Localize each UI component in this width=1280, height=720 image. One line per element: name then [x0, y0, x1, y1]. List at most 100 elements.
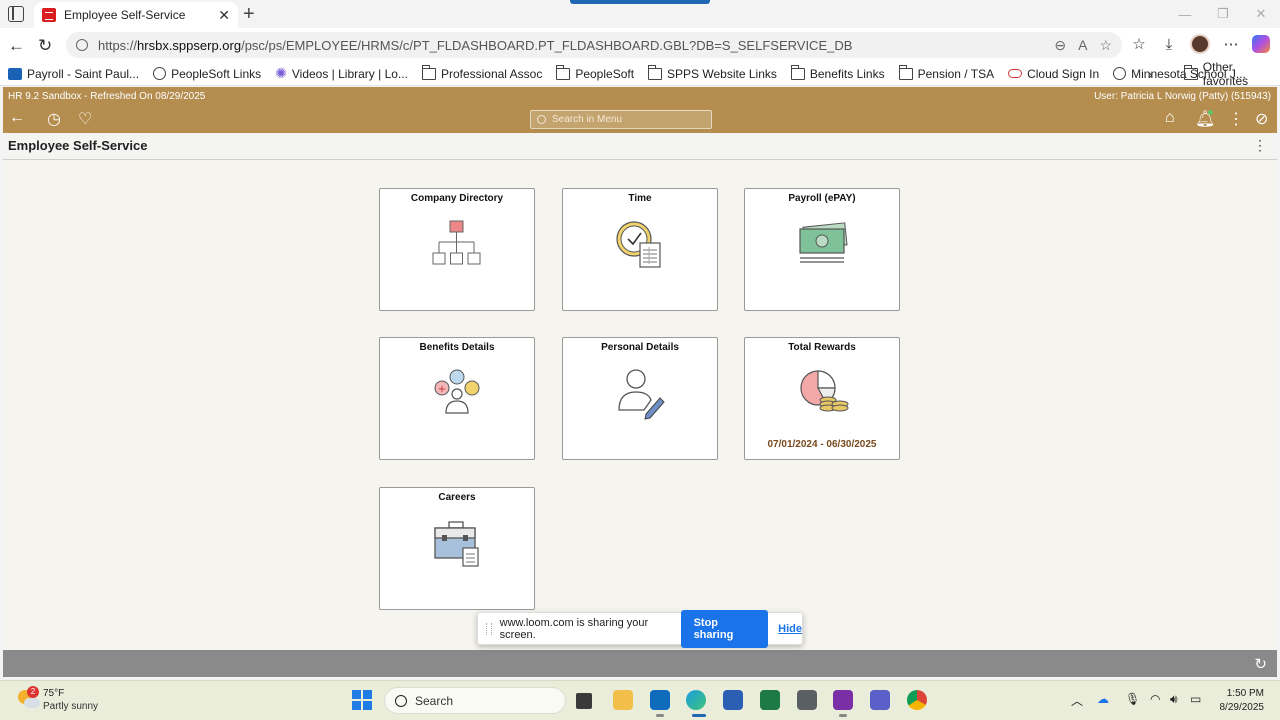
taskbar-search-label: Search [415, 693, 454, 708]
tile-title: Company Directory [410, 193, 504, 204]
stop-sharing-button[interactable]: Stop sharing [680, 609, 769, 648]
wifi-icon[interactable]: ◠ [1150, 692, 1160, 706]
other-favorites-folder[interactable]: Other favorites [1184, 60, 1280, 88]
app-active-indicator [692, 714, 706, 717]
tray-overflow-chevron-icon[interactable]: ︿ [1071, 692, 1083, 709]
favorites-overflow-chevron-icon[interactable]: › [1148, 66, 1153, 82]
favorite-link[interactable]: ✺ Videos | Library | Lo... [275, 65, 408, 82]
favorite-link[interactable]: PeopleSoft Links [153, 67, 261, 81]
hide-link[interactable]: Hide [778, 623, 802, 635]
outlook-icon[interactable] [650, 690, 670, 710]
zoom-icon[interactable]: ⊖ [1054, 37, 1066, 54]
pie-coins-icon [800, 370, 849, 412]
refresh-icon[interactable]: ↻ [1254, 655, 1267, 673]
clock-timesheet-icon [616, 221, 661, 268]
downloads-icon[interactable]: ⤓ [1160, 36, 1178, 53]
tile-time[interactable]: Time [562, 188, 718, 311]
sidebar-toggle-icon[interactable] [8, 6, 24, 22]
dashboard-content: Company Directory Time Payroll (ePAY) Be… [3, 160, 1277, 650]
back-arrow-icon[interactable]: ← [9, 109, 25, 127]
taskbar-search[interactable]: Search [384, 687, 566, 714]
page-actions-icon[interactable]: ⋮ [1253, 137, 1267, 154]
file-explorer-icon[interactable] [613, 690, 633, 710]
rewards-period: 07/01/2024 - 06/30/2025 [767, 439, 877, 450]
menu-search-input[interactable]: Search in Menu [530, 110, 712, 129]
briefcase-icon [434, 521, 479, 567]
onedrive-icon[interactable]: ☁ [1097, 692, 1109, 706]
start-button[interactable] [352, 690, 372, 710]
site-info-icon[interactable] [76, 39, 88, 51]
more-menu-icon[interactable]: ⋯ [1222, 35, 1240, 53]
home-icon[interactable]: ⌂ [1165, 109, 1175, 127]
task-view-icon[interactable] [576, 693, 592, 709]
drag-handle-icon[interactable] [486, 622, 492, 635]
browser-tab[interactable]: Employee Self-Service ✕ [34, 2, 238, 28]
tile-total-rewards[interactable]: Total Rewards 07/01/2024 - 06/30/2025 [744, 337, 900, 460]
screen-share-indicator [570, 0, 710, 4]
share-message: www.loom.com is sharing your screen. [499, 616, 649, 641]
reload-icon[interactable]: ↻ [38, 36, 52, 56]
clock-time[interactable]: 1:50 PM [1227, 688, 1264, 699]
url-input[interactable]: https://hrsbx.sppserp.org/psc/ps/EMPLOYE… [66, 32, 1122, 58]
tile-benefits-details[interactable]: Benefits Details + [379, 337, 535, 460]
microphone-icon[interactable]: 🎙︎ [1125, 692, 1140, 706]
notification-dot [1208, 110, 1213, 115]
maximize-icon[interactable]: ❐ [1204, 0, 1242, 28]
search-placeholder: Search in Menu [552, 114, 623, 125]
actions-menu-icon[interactable]: ⋮ [1228, 109, 1244, 129]
svg-text:+: + [438, 384, 446, 395]
windows-taskbar [0, 680, 1280, 720]
favorite-folder[interactable]: Benefits Links [790, 64, 885, 81]
tile-careers[interactable]: Careers [379, 487, 535, 610]
page-footer-bar: ↻ [3, 650, 1277, 677]
address-bar-row: ← ↻ https://hrsbx.sppserp.org/psc/ps/EMP… [0, 28, 1280, 62]
tile-payroll-epay[interactable]: Payroll (ePAY) [744, 188, 900, 311]
favorite-folder[interactable]: SPPS Website Links [648, 64, 777, 81]
search-icon [395, 694, 407, 707]
weather-description: Partly sunny [43, 701, 99, 712]
temperature: 75°F [43, 688, 65, 699]
tile-personal-details[interactable]: Personal Details [562, 337, 718, 460]
page-title: Employee Self-Service [8, 138, 148, 153]
navbar-compass-icon[interactable]: ⊘ [1255, 109, 1268, 129]
tile-company-directory[interactable]: Company Directory [379, 188, 535, 311]
favorite-folder[interactable]: PeopleSoft [556, 64, 634, 81]
clock-date[interactable]: 8/29/2025 [1220, 702, 1265, 713]
favorites-list-icon[interactable]: ☆ [1130, 35, 1148, 53]
favorite-star-icon[interactable]: ☆ [1099, 37, 1112, 54]
favorite-folder[interactable]: Pension / TSA [898, 64, 994, 81]
copilot-icon[interactable] [1252, 35, 1270, 53]
profile-avatar[interactable] [1190, 34, 1210, 54]
word-icon[interactable] [723, 690, 743, 710]
minimize-icon[interactable]: — [1166, 0, 1204, 28]
battery-icon[interactable]: ▭ [1190, 692, 1201, 706]
read-aloud-icon[interactable]: A [1078, 37, 1087, 53]
favorites-bar: Payroll - Saint Paul... PeopleSoft Links… [0, 60, 1280, 88]
back-arrow-icon[interactable]: ← [8, 36, 25, 56]
tab-close-icon[interactable]: ✕ [218, 7, 230, 24]
tab-title: Employee Self-Service [64, 8, 186, 22]
tile-title: Careers [438, 492, 476, 503]
favorite-link[interactable]: Cloud Sign In [1008, 67, 1099, 81]
chrome-icon[interactable] [907, 690, 927, 710]
excel-icon[interactable] [760, 690, 780, 710]
volume-icon[interactable]: 🔊︎ [1170, 692, 1178, 707]
tile-title: Benefits Details [419, 342, 495, 353]
folder-icon [1184, 64, 1198, 80]
teams-icon[interactable] [870, 690, 890, 710]
favorite-folder[interactable]: Professional Assoc [421, 64, 542, 81]
url-text: https://hrsbx.sppserp.org/psc/ps/EMPLOYE… [98, 37, 853, 53]
search-icon [537, 115, 546, 124]
onenote-icon[interactable] [833, 690, 853, 710]
tile-title: Personal Details [601, 342, 679, 353]
calculator-icon[interactable] [797, 690, 817, 710]
folder-icon [421, 64, 436, 80]
peoplesoft-favicon-icon [42, 8, 56, 22]
recent-history-icon[interactable]: ◷ [47, 109, 61, 129]
edge-icon[interactable] [686, 690, 706, 710]
money-icon [799, 222, 848, 263]
close-window-icon[interactable]: ✕ [1242, 0, 1280, 28]
favorites-heart-icon[interactable]: ♡ [78, 109, 92, 129]
favorite-link[interactable]: Payroll - Saint Paul... [8, 67, 139, 81]
new-tab-icon[interactable]: + [243, 3, 255, 26]
